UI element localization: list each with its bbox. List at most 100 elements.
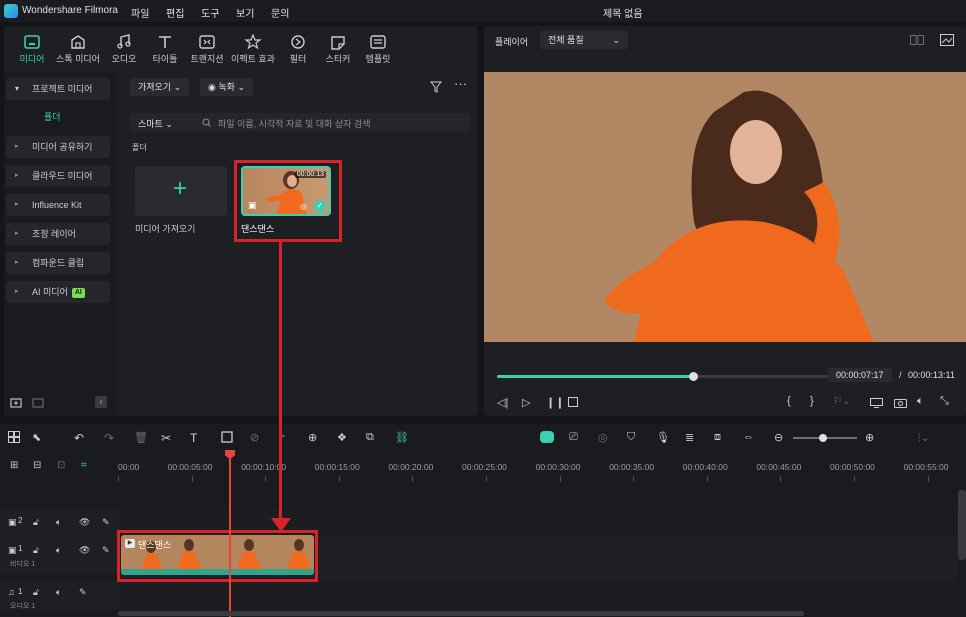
tab-transitions[interactable]: 트랜지션 xyxy=(184,32,230,70)
horizontal-scrollbar[interactable] xyxy=(118,611,804,616)
tab-effects[interactable]: 이펙트 효과 xyxy=(230,32,276,70)
record-voice-icon[interactable]: ⎚ xyxy=(569,431,585,445)
eye-icon[interactable]: 👁︎ xyxy=(79,517,90,528)
tab-titles[interactable]: 타이틀 xyxy=(142,32,188,70)
record-dropdown[interactable]: ◉ 녹화 ⌄ xyxy=(200,78,253,96)
lock-icon[interactable]: 🔓︎ xyxy=(33,587,39,598)
fullscreen-icon[interactable]: ⤡ xyxy=(940,395,949,408)
speaker-icon[interactable]: 🔈︎ xyxy=(56,545,61,556)
step-back-icon[interactable]: ◁| xyxy=(497,396,508,409)
zoom-slider-knob[interactable] xyxy=(819,434,827,442)
import-dropdown[interactable]: 가져오기 ⌄ xyxy=(130,78,190,96)
undo-icon[interactable]: ↶ xyxy=(74,431,90,445)
menu-tools[interactable]: 도구 xyxy=(201,5,219,20)
panel-more-icon[interactable]: ⦙⌄ xyxy=(918,431,934,445)
player-panel: 플레이어 전체 품질 ⌄ 00:00:07:17 / 00:00:13:11 ◁|… xyxy=(484,26,966,416)
timeline-playhead[interactable] xyxy=(229,450,231,617)
volume-icon[interactable]: 🔈︎ xyxy=(917,395,924,408)
checkmark-icon: ✓ xyxy=(314,200,326,212)
shield-icon[interactable]: ⛉ xyxy=(627,431,643,445)
mark-in-icon[interactable]: { xyxy=(787,395,791,407)
text-tool-icon[interactable]: T xyxy=(190,431,206,445)
collapse-sidebar-button[interactable]: ‹ xyxy=(95,396,107,408)
tab-templates[interactable]: 템플릿 xyxy=(355,32,401,70)
tab-stock-media[interactable]: 스톡 미디어 xyxy=(55,32,101,70)
sidebar-item-ai-media[interactable]: AI 미디어AI xyxy=(6,281,110,303)
translate-icon[interactable]: ⧉ xyxy=(366,431,382,445)
sidebar-item-adjustment-layer[interactable]: 조정 레이어 xyxy=(6,223,110,245)
snap-icon[interactable]: ⌗ xyxy=(81,460,97,474)
menu-edit[interactable]: 편집 xyxy=(166,5,184,20)
link-icon[interactable]: ⛓ xyxy=(395,431,411,445)
zoom-in-icon[interactable]: ⊕ xyxy=(865,431,881,445)
playhead-knob[interactable] xyxy=(689,372,698,381)
play-icon[interactable]: ▷ xyxy=(522,396,530,409)
crop-icon[interactable] xyxy=(221,431,237,445)
zoom-slider[interactable] xyxy=(793,434,857,442)
lock-icon[interactable]: 🔓︎ xyxy=(33,545,39,556)
mask-icon[interactable]: ❖ xyxy=(337,431,353,445)
ai-render-icon[interactable] xyxy=(540,431,554,443)
pause-icon[interactable]: ❙❙ xyxy=(546,396,564,409)
quality-dropdown[interactable]: 전체 품질 ⌄ xyxy=(540,31,628,49)
marker-icon[interactable]: ⚐⌄ xyxy=(833,396,850,407)
tab-audio[interactable]: 오디오 xyxy=(101,32,147,70)
camera-snapshot-icon[interactable] xyxy=(894,397,907,408)
replace-icon[interactable]: ⧈ xyxy=(714,431,730,445)
search-input[interactable]: 스마트 ⌄ 파일 이름, 시각적 자료 및 대화 상자 검색 xyxy=(130,113,470,131)
import-media-card[interactable]: + xyxy=(135,166,227,216)
auto-ripple-icon[interactable]: ◎ xyxy=(598,431,614,445)
speed-icon[interactable]: ⊘ xyxy=(250,431,266,445)
speaker-icon[interactable]: 🔈︎ xyxy=(56,517,61,528)
zoom-out-icon[interactable]: ⊖ xyxy=(774,431,790,445)
snapshot-image-icon[interactable] xyxy=(940,34,954,46)
folder-icon[interactable] xyxy=(32,396,44,408)
timeline-ruler[interactable]: 00:00 00:00:05:00 00:00:10:00 00:00:15:00 00… xyxy=(118,454,966,482)
layout-grid-icon[interactable] xyxy=(8,431,24,445)
stop-icon[interactable] xyxy=(568,397,578,407)
speaker-icon[interactable]: 🔈︎ xyxy=(56,587,61,598)
select-tool-icon[interactable]: ⬉ xyxy=(32,431,48,445)
pencil-icon[interactable]: ✎ xyxy=(102,517,110,528)
media-clip-thumbnail[interactable]: 00:00:13 ▣ ◎ ✓ xyxy=(241,166,331,216)
add-track-icon[interactable]: ⊞ xyxy=(10,460,26,474)
microphone-icon[interactable]: 🎙︎ xyxy=(656,431,672,445)
smart-search-dropdown[interactable]: 스마트 ⌄ xyxy=(138,117,173,130)
total-time: 00:00:13:11 xyxy=(908,370,955,380)
vertical-scrollbar[interactable] xyxy=(958,490,966,560)
more-options-icon[interactable]: ··· xyxy=(454,76,467,91)
pencil-icon[interactable]: ✎ xyxy=(102,545,110,556)
sidebar-item-compound-clip[interactable]: 컴파운드 클립 xyxy=(6,252,110,274)
menu-file[interactable]: 파일 xyxy=(131,5,149,20)
redo-icon[interactable]: ↷ xyxy=(104,431,120,445)
track-lane-audio-1[interactable] xyxy=(118,580,958,610)
fit-icon[interactable]: ⇔ xyxy=(743,431,759,445)
pencil-icon[interactable]: ✎ xyxy=(79,587,87,598)
menu-view[interactable]: 보기 xyxy=(236,5,254,20)
sidebar-item-project-media[interactable]: 프로젝트 미디어 xyxy=(6,78,110,100)
sidebar-item-folder[interactable]: 폴더 xyxy=(6,106,110,128)
audio-list-icon[interactable]: ≣ xyxy=(685,431,701,445)
playback-progress-track[interactable] xyxy=(497,372,847,381)
filter-sort-icon[interactable] xyxy=(430,81,444,93)
new-folder-icon[interactable] xyxy=(10,396,22,408)
display-icon[interactable] xyxy=(870,398,883,408)
sidebar-item-shared-media[interactable]: 미디어 공유하기 xyxy=(6,136,110,158)
eye-icon[interactable]: 👁︎ xyxy=(79,545,90,556)
mark-out-icon[interactable]: } xyxy=(810,395,814,407)
delete-icon[interactable]: 🗑︎ xyxy=(134,431,150,445)
effect-add-icon[interactable]: ⊕ xyxy=(308,431,324,445)
track-manage-icon[interactable]: ⊟ xyxy=(33,460,49,474)
ruler-tick-label: 00:00:55:00 xyxy=(903,462,949,472)
grid-view-icon[interactable] xyxy=(910,35,924,45)
sidebar-item-cloud-media[interactable]: 클라우드 미디어 xyxy=(6,165,110,187)
menu-help[interactable]: 문의 xyxy=(271,5,289,20)
sidebar-item-influence-kit[interactable]: Influence Kit xyxy=(6,194,110,216)
lock-icon[interactable]: 🔓︎ xyxy=(33,517,39,528)
tab-media[interactable]: 미디어 xyxy=(9,32,55,70)
scissors-icon[interactable]: ✂ xyxy=(161,431,177,445)
ruler-tick-mark xyxy=(559,476,561,482)
video-preview[interactable] xyxy=(484,72,966,342)
search-icon xyxy=(202,118,211,127)
track-audio-icon[interactable]: ⊡ xyxy=(57,460,73,474)
